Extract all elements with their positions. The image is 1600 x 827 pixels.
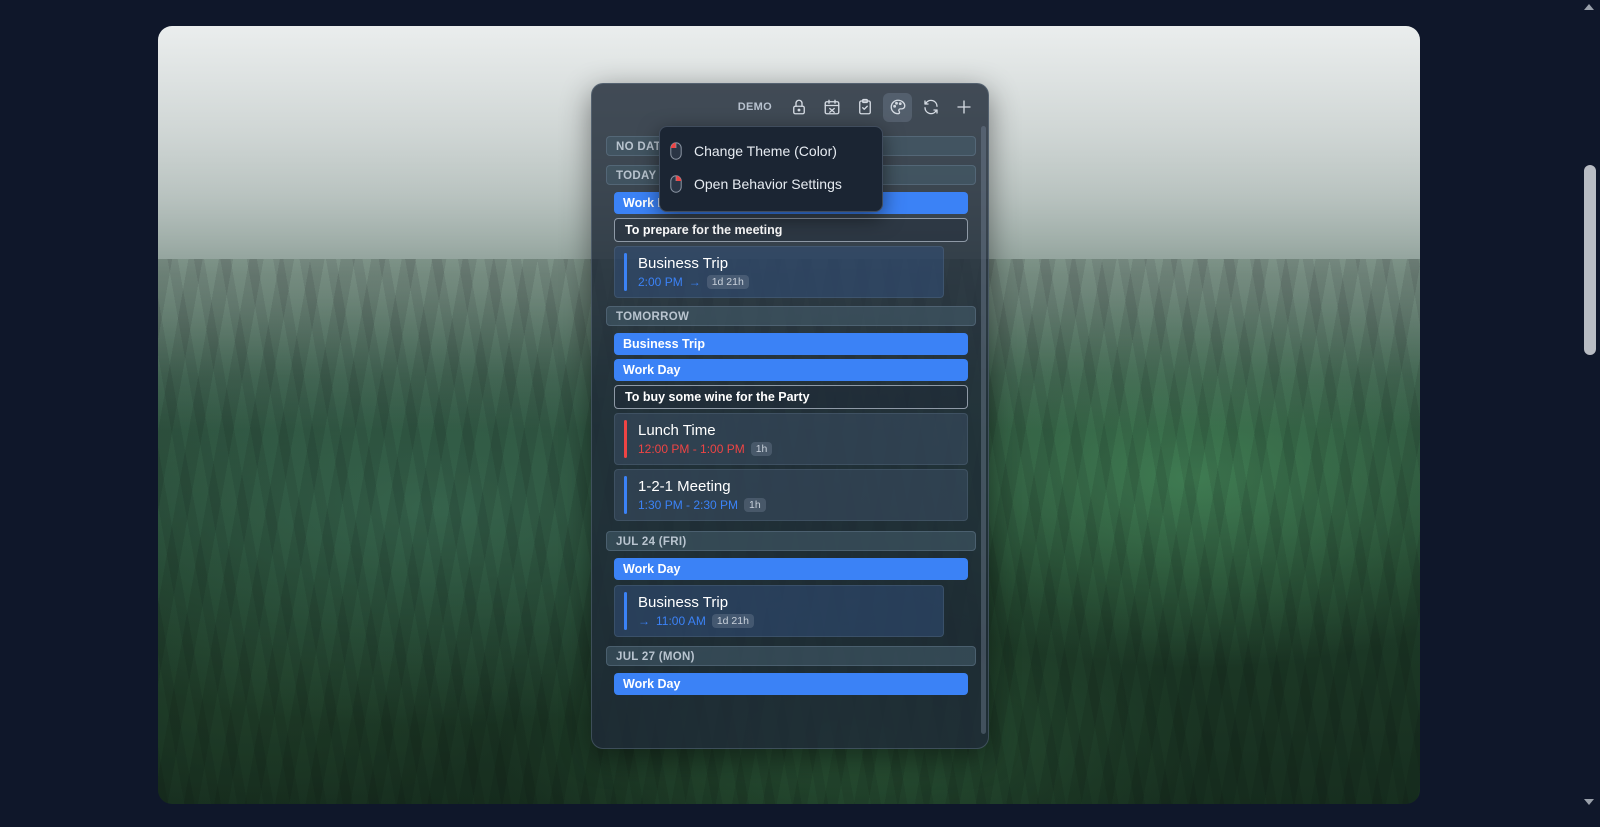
add-button[interactable] [949, 93, 978, 122]
event-card[interactable]: Business Trip 2:00 PM → 1d 21h [614, 246, 944, 298]
allday-event[interactable]: Work Day [614, 359, 968, 381]
lock-icon [792, 99, 805, 115]
allday-event[interactable]: Business Trip [614, 333, 968, 355]
event-time: 12:00 PM - 1:00 PM 1h [638, 442, 773, 456]
arrow-right-icon: → [688, 275, 701, 289]
plus-icon [956, 100, 971, 114]
theme-button[interactable] [883, 92, 912, 122]
event-time-range: 1:30 PM - 2:30 PM [638, 498, 739, 512]
task-item[interactable]: To prepare for the meeting [614, 218, 968, 242]
allday-event[interactable]: Work Day [614, 673, 968, 695]
arrow-right-icon: → [638, 614, 650, 628]
event-card[interactable]: Business Trip → 11:00 AM 1d 21h [614, 585, 944, 637]
mouse-left-click-icon [670, 142, 682, 160]
toolbar: DEMO [738, 92, 978, 122]
task-item[interactable]: To buy some wine for the Party [614, 385, 968, 409]
event-time: 2:00 PM → 1d 21h [638, 275, 749, 289]
mouse-right-click-icon [670, 175, 682, 193]
refresh-button[interactable] [916, 93, 945, 122]
duration-badge: 1d 21h [706, 275, 749, 289]
section-jul24: JUL 24 (FRI) [606, 531, 976, 551]
menu-item-label: Open Behavior Settings [694, 176, 842, 192]
event-time-range: 12:00 PM - 1:00 PM [638, 442, 745, 456]
section-jul27: JUL 27 (MON) [606, 646, 976, 666]
event-title: Business Trip [638, 255, 729, 272]
page-scrollbar[interactable] [1578, 0, 1600, 827]
menu-item-behavior-settings[interactable]: Open Behavior Settings [670, 169, 842, 199]
event-card[interactable]: 1-2-1 Meeting 1:30 PM - 2:30 PM 1h [614, 469, 968, 521]
event-start: 2:00 PM [638, 275, 683, 289]
event-time: → 11:00 AM 1d 21h [638, 614, 754, 628]
panel-scrollbar[interactable] [981, 126, 986, 734]
refresh-icon [923, 99, 938, 115]
event-end: 11:00 AM [656, 614, 706, 628]
clipboard-check-icon [858, 98, 871, 115]
calendar-off-button[interactable] [817, 93, 846, 122]
demo-label: DEMO [737, 101, 772, 113]
lock-button[interactable] [784, 93, 813, 122]
event-color-bar [624, 476, 627, 514]
scroll-up-arrow-icon[interactable] [1584, 4, 1594, 10]
event-title: Business Trip [638, 594, 729, 611]
duration-badge: 1h [750, 442, 773, 456]
menu-item-change-theme[interactable]: Change Theme (Color) [670, 136, 837, 166]
event-card[interactable]: Lunch Time 12:00 PM - 1:00 PM 1h [614, 413, 968, 465]
event-color-bar [624, 592, 627, 630]
duration-badge: 1h [744, 498, 766, 512]
scroll-down-arrow-icon[interactable] [1584, 799, 1594, 805]
tasks-button[interactable] [850, 93, 879, 122]
event-title: Lunch Time [638, 422, 716, 439]
allday-event[interactable]: Work Day [614, 558, 968, 580]
calendar-off-icon [824, 99, 839, 115]
event-title: 1-2-1 Meeting [638, 478, 731, 495]
event-color-bar [624, 253, 627, 291]
duration-badge: 1d 21h [711, 614, 754, 628]
section-tomorrow: TOMORROW [606, 306, 976, 326]
palette-icon [890, 99, 905, 115]
event-color-bar [624, 420, 627, 458]
menu-item-label: Change Theme (Color) [694, 143, 837, 159]
event-time: 1:30 PM - 2:30 PM 1h [638, 498, 766, 512]
theme-context-menu: Change Theme (Color) Open Behavior Setti… [659, 126, 883, 212]
scroll-thumb[interactable] [1584, 165, 1596, 355]
